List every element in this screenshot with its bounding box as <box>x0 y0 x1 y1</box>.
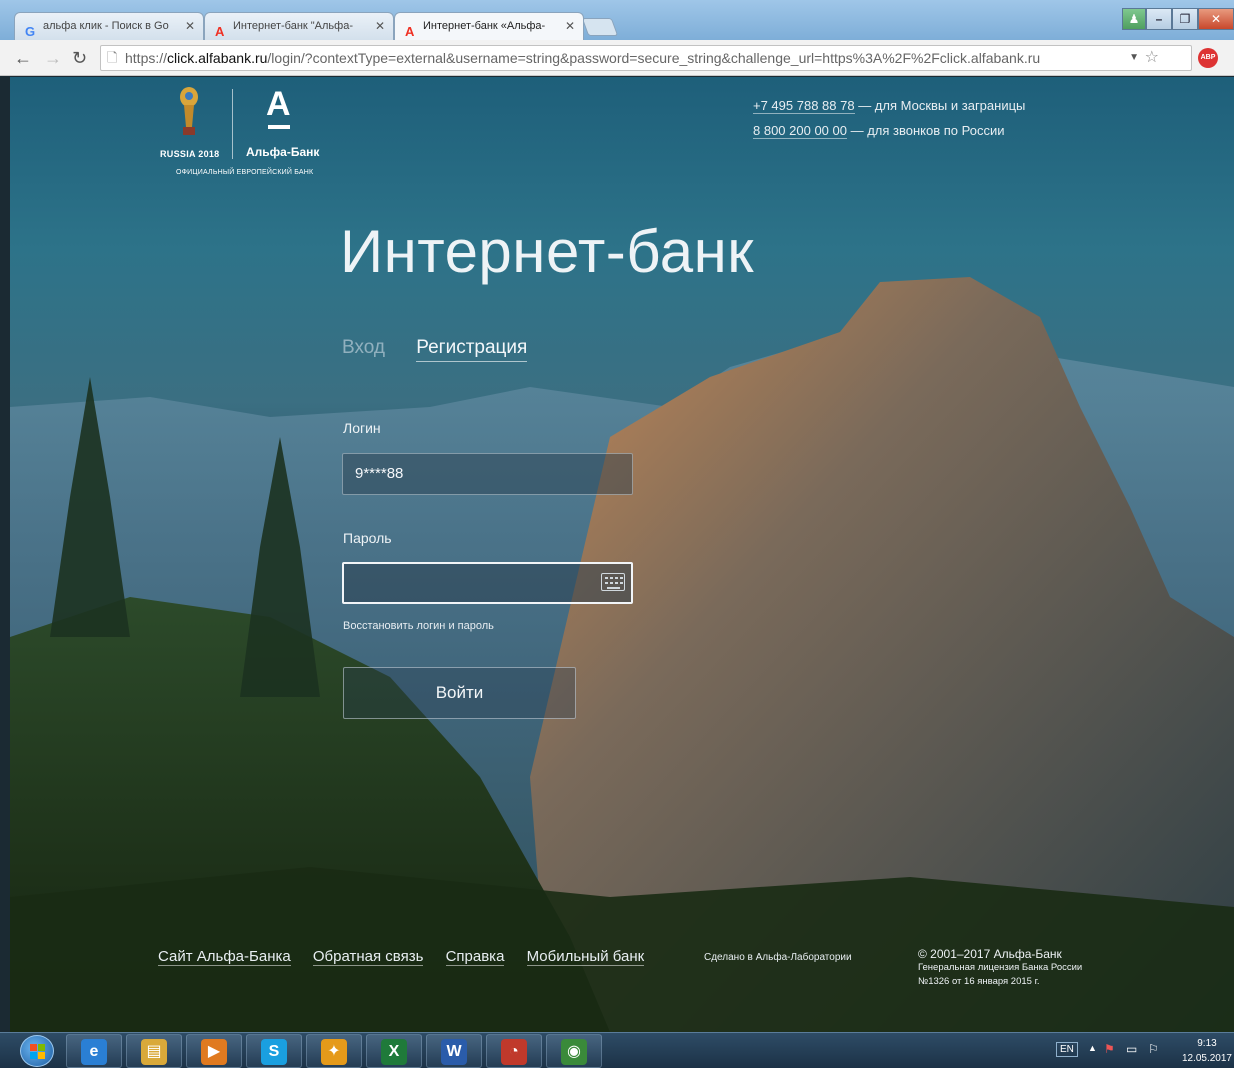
logo-divider <box>232 89 233 159</box>
clock[interactable]: 9:13 12.05.2017 <box>1182 1036 1232 1066</box>
footer-link-help[interactable]: Справка <box>445 948 505 966</box>
license-line: Генеральная лицензия Банка России <box>918 962 1083 973</box>
window-controls: ♟ – ❐ ✕ <box>1122 8 1234 30</box>
reload-icon[interactable]: ↻ <box>72 48 87 69</box>
media-icon: ▶ <box>201 1039 227 1065</box>
url-prefix: https:// <box>125 50 168 66</box>
phone-russia: 8 800 200 00 00 — для звонков по России <box>753 118 1025 143</box>
taskbar-app-skype[interactable]: S <box>246 1034 302 1068</box>
phone-number[interactable]: +7 495 788 88 78 <box>753 98 855 114</box>
phone-number[interactable]: 8 800 200 00 00 <box>753 123 847 139</box>
copyright-block: © 2001–2017 Альфа-Банк Генеральная лицен… <box>918 947 1082 989</box>
taskbar-app-app-red[interactable]: ◔ <box>486 1034 542 1068</box>
google-icon: G <box>25 24 36 39</box>
page-content: RUSSIA 2018 A Альфа-Банк ОФИЦИАЛЬНЫЙ ЕВР… <box>10 77 1234 1032</box>
contact-phones: +7 495 788 88 78 — для Москвы и заграниц… <box>753 93 1025 143</box>
forward-icon[interactable]: → <box>44 48 62 69</box>
auth-tabs: Вход Регистрация <box>342 337 553 362</box>
bookmark-star-icon[interactable]: ☆ <box>1145 46 1159 70</box>
restore-credentials-link[interactable]: Восстановить логин и пароль <box>343 620 494 632</box>
browser-toolbar: ← → ↻ 🗋 https://click.alfabank.ru/login/… <box>0 40 1234 76</box>
browser-tab-alfa-1[interactable]: A Интернет-банк "Альфа- ✕ <box>204 12 394 40</box>
excel-icon: X <box>381 1039 407 1065</box>
footer-link-site[interactable]: Сайт Альфа-Банка <box>158 948 291 966</box>
close-icon[interactable]: ✕ <box>565 13 575 39</box>
login-field[interactable]: 9****88 <box>342 453 633 495</box>
start-button[interactable] <box>20 1035 54 1067</box>
taskbar-app-chrome[interactable]: ◉ <box>546 1034 602 1068</box>
tab-login[interactable]: Вход <box>342 337 385 359</box>
taskbar-app-app-orange[interactable]: ✦ <box>306 1034 362 1068</box>
windows-logo-icon <box>30 1044 46 1060</box>
taskbar-app-media[interactable]: ▶ <box>186 1034 242 1068</box>
password-label: Пароль <box>343 530 392 546</box>
explorer-icon: ▤ <box>141 1039 167 1065</box>
tab-label: Интернет-банк «Альфа- <box>423 20 546 32</box>
taskbar: e ▤ ▶ S ✦ X W ◔ ◉ EN ▲ ⚑ ▭ ⚐ 9:13 12.05.2017 <box>0 1032 1234 1068</box>
footer-links: Сайт Альфа-Банка Обратная связь Справка … <box>158 948 662 966</box>
browser-tab-strip: G альфа клик - Поиск в Go ✕ A Интернет-б… <box>0 0 1234 40</box>
login-label: Логин <box>343 420 381 436</box>
worldcup-trophy-icon <box>180 87 198 135</box>
taskbar-app-excel[interactable]: X <box>366 1034 422 1068</box>
copyright-text: © 2001–2017 Альфа-Банк <box>918 947 1062 961</box>
alfa-logo-bar <box>268 125 290 129</box>
close-icon[interactable]: ✕ <box>185 13 195 39</box>
footer-link-mobile[interactable]: Мобильный банк <box>526 948 645 966</box>
back-icon[interactable]: ← <box>14 48 32 69</box>
new-tab-button[interactable] <box>581 18 619 36</box>
alfa-icon: A <box>405 24 415 39</box>
skype-icon: S <box>261 1039 287 1065</box>
bank-name: Альфа-Банк <box>246 145 320 159</box>
footer-link-feedback[interactable]: Обратная связь <box>312 948 424 966</box>
worldcup-text: RUSSIA 2018 <box>160 149 220 159</box>
ie-icon: e <box>81 1039 107 1065</box>
network-icon[interactable]: ▭ <box>1126 1042 1137 1056</box>
browser-tab-alfa-2[interactable]: A Интернет-банк «Альфа- ✕ <box>394 12 584 40</box>
adblock-icon[interactable]: ABP <box>1198 48 1218 68</box>
restore-button[interactable]: ❐ <box>1172 8 1198 30</box>
browser-tab-search[interactable]: G альфа клик - Поиск в Go ✕ <box>14 12 204 40</box>
taskbar-app-explorer[interactable]: ▤ <box>126 1034 182 1068</box>
close-window-button[interactable]: ✕ <box>1198 8 1234 30</box>
alfa-icon: A <box>215 24 225 39</box>
action-center-icon[interactable]: ⚐ <box>1148 1042 1159 1056</box>
tab-label: Интернет-банк "Альфа- <box>233 20 353 32</box>
minimize-button[interactable]: – <box>1146 8 1172 30</box>
address-bar[interactable]: 🗋 https://click.alfabank.ru/login/?conte… <box>100 45 1192 71</box>
url-host: click.alfabank.ru <box>167 50 268 66</box>
url-path: /login/?contextType=external&username=st… <box>267 50 1041 66</box>
security-icon[interactable]: ⚑ <box>1104 1042 1115 1056</box>
password-field[interactable] <box>342 562 633 604</box>
language-indicator[interactable]: EN <box>1056 1042 1078 1057</box>
app-orange-icon: ✦ <box>321 1039 347 1065</box>
partner-note: ОФИЦИАЛЬНЫЙ ЕВРОПЕЙСКИЙ БАНК <box>176 169 314 176</box>
login-button[interactable]: Войти <box>343 667 576 719</box>
word-icon: W <box>441 1039 467 1065</box>
app-red-icon: ◔ <box>501 1039 527 1065</box>
tab-label: альфа клик - Поиск в Go <box>43 20 169 32</box>
tray-expand-icon[interactable]: ▲ <box>1088 1043 1097 1053</box>
phone-note: — для звонков по России <box>846 123 1005 138</box>
virtual-keyboard-icon[interactable] <box>601 573 625 591</box>
phone-moscow: +7 495 788 88 78 — для Москвы и заграниц… <box>753 93 1025 118</box>
user-icon[interactable]: ♟ <box>1122 8 1146 30</box>
dropdown-icon[interactable]: ▼ <box>1129 46 1139 70</box>
date: 12.05.2017 <box>1181 1053 1232 1064</box>
close-icon[interactable]: ✕ <box>375 13 385 39</box>
system-tray: EN ▲ ⚑ ▭ ⚐ 9:13 12.05.2017 <box>1034 1033 1234 1068</box>
tab-register[interactable]: Регистрация <box>416 337 528 362</box>
phone-note: — для Москвы и заграницы <box>854 98 1026 113</box>
chrome-icon: ◉ <box>561 1039 587 1065</box>
alfa-lab-link[interactable]: Сделано в Альфа-Лаборатории <box>704 952 852 963</box>
license-line: №1326 от 16 января 2015 г. <box>918 976 1040 987</box>
taskbar-app-ie[interactable]: e <box>66 1034 122 1068</box>
page-icon: 🗋 <box>107 50 118 65</box>
alfa-logo-icon: A <box>266 85 291 123</box>
taskbar-app-word[interactable]: W <box>426 1034 482 1068</box>
time: 9:13 <box>1197 1038 1217 1049</box>
page-title: Интернет-банк <box>340 218 755 285</box>
